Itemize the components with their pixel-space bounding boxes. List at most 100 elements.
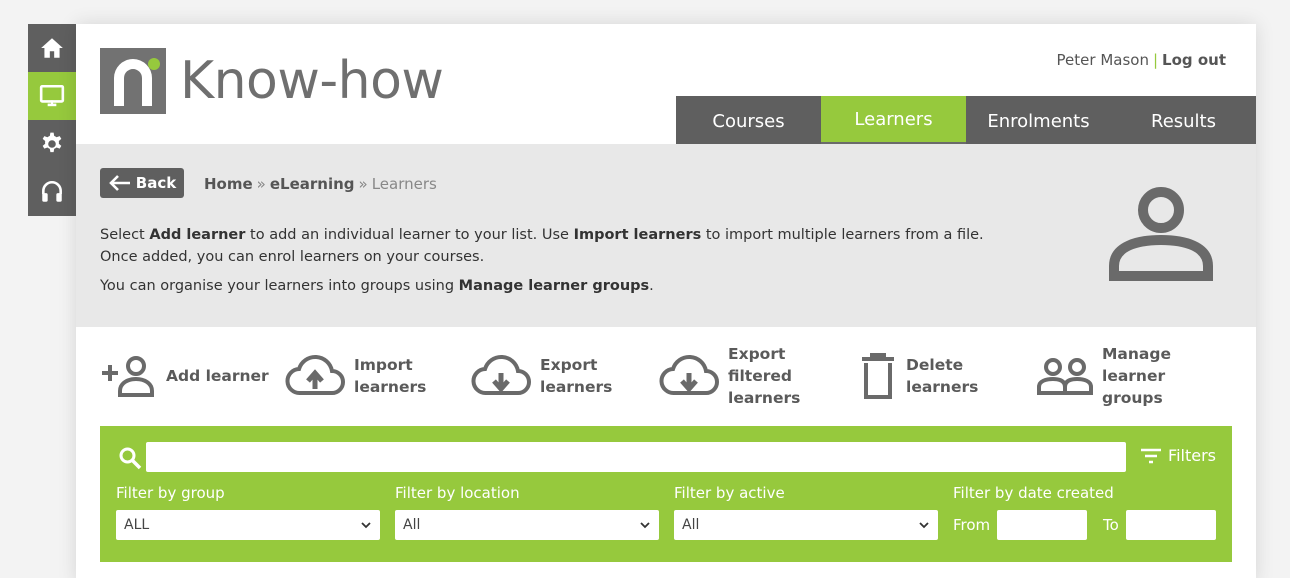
export-filtered-label: Export filtered learners [728,343,800,409]
active-filter-value: All [682,517,700,533]
date-to-label: To [1103,516,1119,534]
side-rail [28,24,76,216]
import-learners-button[interactable]: Import learners [284,340,426,412]
chevron-down-icon [361,522,371,529]
user-name: Peter Mason [1056,51,1149,69]
breadcrumb-separator: » [256,175,266,193]
tab-courses[interactable]: Courses [676,96,821,146]
date-from-input[interactable] [997,510,1087,540]
monitor-icon [39,84,65,107]
group-filter-value: ALL [124,517,150,533]
logout-link[interactable]: Log out [1162,51,1226,69]
label-line: Add learner [166,367,269,385]
tab-results[interactable]: Results [1111,96,1256,146]
add-learner-label: Add learner [166,365,269,387]
filters-label: Filters [1168,446,1216,465]
export-learners-button[interactable]: Export learners [470,340,612,412]
tab-learners[interactable]: Learners [821,96,966,146]
group-filter-select[interactable]: ALL [116,510,380,540]
label-line: Manage [1102,345,1171,363]
group-filter-label: Filter by group [116,484,225,502]
home-icon [41,38,63,58]
brand-name: Know-how [180,51,444,111]
import-learners-label: Import learners [354,354,426,398]
active-filter-select[interactable]: All [674,510,938,540]
text-bold: Manage learner groups [458,278,650,294]
rail-support[interactable] [28,168,76,216]
back-label: Back [135,174,177,192]
text-span: to add an individual learner to your lis… [245,227,574,243]
chevron-down-icon [640,522,650,529]
text-bold: Add learner [149,227,246,243]
filters-button[interactable]: Filters [1140,446,1216,465]
arrow-left-icon [108,175,130,191]
intro-panel: Back Home» eLearning» Learners Select Add … [76,144,1256,327]
back-button[interactable]: Back [100,168,184,198]
date-to-input[interactable] [1126,510,1216,540]
intro-line-1: Select Add learner to add an individual … [100,224,1060,268]
breadcrumb-elearning[interactable]: eLearning [270,175,355,193]
headset-icon [42,180,62,202]
export-filtered-learners-button[interactable]: Export filtered learners [658,340,800,412]
label-line: learner [1102,367,1166,385]
breadcrumb-separator: » [358,175,368,193]
label-line: learners [728,389,801,407]
group-icon [1037,358,1093,395]
label-line: Delete [906,356,964,374]
user-bar: Peter Mason | Log out [1057,51,1226,69]
search-icon [119,447,142,470]
label-line: Export [728,345,786,363]
action-bar: Add learner Import learners Export learner… [100,340,1240,430]
delete-learners-label: Delete learners [906,354,978,398]
label-line: groups [1102,389,1163,407]
trash-icon [862,353,894,399]
label-line: learners [354,378,427,396]
manage-groups-label: Manage learner groups [1102,343,1171,409]
breadcrumb: Home» eLearning» Learners [204,175,437,193]
location-filter-select[interactable]: All [395,510,659,540]
intro-text: Select Add learner to add an individual … [100,224,1060,297]
label-line: Export [540,356,598,374]
header: Know-how Peter Mason | Log out Courses Lea… [76,24,1256,146]
filter-panel: Filters Filter by group ALL Filter by lo… [100,426,1232,562]
logo[interactable]: Know-how [100,48,444,114]
date-filter-label: Filter by date created [953,484,1114,502]
date-from-label: From [953,516,991,534]
tab-enrolments[interactable]: Enrolments [966,96,1111,146]
label-line: Import [354,356,413,374]
intro-line-3: You can organise your learners into grou… [100,275,1060,297]
add-user-icon [102,356,154,397]
add-learner-button[interactable]: Add learner [100,340,269,412]
export-learners-label: Export learners [540,354,612,398]
filter-icon [1141,448,1162,463]
main-nav: Courses Learners Enrolments Results [676,96,1256,146]
rail-home[interactable] [28,24,76,72]
text-span: . [649,278,654,294]
label-line: learners [540,378,613,396]
breadcrumb-home[interactable]: Home [204,175,253,193]
rail-settings[interactable] [28,120,76,168]
search-input[interactable] [146,442,1126,472]
rail-elearning[interactable] [28,72,76,120]
chevron-down-icon [919,522,929,529]
label-line: filtered [728,367,792,385]
person-icon [1109,187,1213,281]
text-bold: Import learners [573,227,702,243]
location-filter-value: All [403,517,421,533]
gear-icon [42,132,62,153]
cloud-upload-icon [285,354,345,395]
text-span: to import multiple learners from a file. [701,227,984,243]
text-span: Select [100,227,150,243]
main-card: Know-how Peter Mason | Log out Courses Lea… [76,24,1256,578]
location-filter-label: Filter by location [395,484,520,502]
text-span: You can organise your learners into grou… [100,278,459,294]
active-filter-label: Filter by active [674,484,785,502]
manage-learner-groups-button[interactable]: Manage learner groups [1036,340,1171,412]
breadcrumb-current: Learners [371,175,437,193]
delete-learners-button[interactable]: Delete learners [858,340,978,412]
logo-mark [100,48,166,114]
cloud-download-icon [471,354,531,395]
user-separator: | [1152,51,1159,69]
label-line: learners [906,378,979,396]
cloud-download-icon [659,354,719,395]
